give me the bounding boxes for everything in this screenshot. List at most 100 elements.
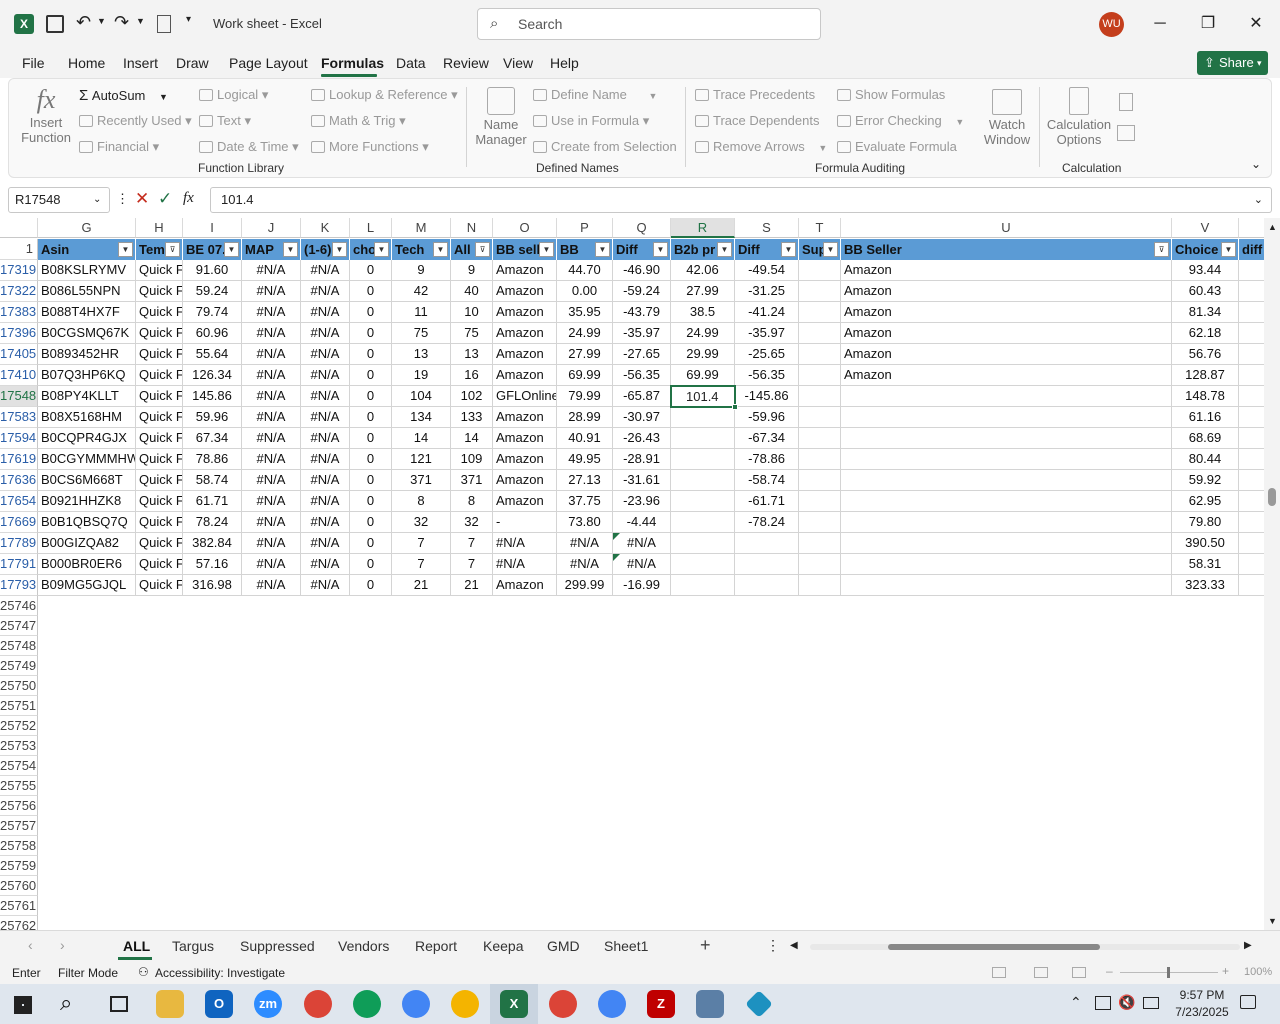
table-cell[interactable]: -59.24 (613, 281, 671, 302)
table-cell[interactable]: #N/A (493, 554, 557, 575)
table-cell[interactable]: Quick F (136, 260, 183, 281)
table-cell[interactable]: Quick F (136, 575, 183, 596)
zoom-in-icon[interactable]: + (1222, 964, 1229, 978)
table-cell[interactable]: -23.96 (613, 491, 671, 512)
row-header[interactable]: 17319 (0, 260, 38, 281)
share-button[interactable]: ⇪ Share ▾ (1197, 51, 1268, 75)
table-cell[interactable]: 42 (392, 281, 451, 302)
table-cell[interactable]: 62.18 (1172, 323, 1239, 344)
horizontal-scroll-thumb[interactable] (888, 944, 1100, 950)
row-header[interactable]: 17654 (0, 491, 38, 512)
table-cell[interactable] (799, 344, 841, 365)
table-cell[interactable]: 21 (451, 575, 493, 596)
insert-function-button[interactable]: fx Insert Function (19, 85, 73, 155)
table-cell[interactable]: #N/A (557, 533, 613, 554)
table-cell[interactable] (799, 575, 841, 596)
horizontal-scrollbar[interactable] (810, 944, 1240, 950)
use-in-formula-button[interactable]: Use in Formula ▾ (533, 113, 649, 129)
table-cell[interactable]: 0 (350, 575, 392, 596)
table-cell[interactable]: 8 (392, 491, 451, 512)
column-header-r[interactable]: R (671, 218, 735, 238)
excel-taskbar-icon[interactable]: X (500, 990, 528, 1018)
table-cell[interactable]: 0 (350, 428, 392, 449)
table-cell[interactable] (841, 449, 1172, 470)
row-header[interactable]: 17383 (0, 302, 38, 323)
name-box[interactable]: R17548 ⌄ (8, 187, 110, 213)
filter-active-icon[interactable]: ⊽ (165, 242, 180, 257)
table-cell[interactable]: Amazon (493, 407, 557, 428)
table-cell[interactable]: 316.98 (183, 575, 242, 596)
table-cell[interactable]: Quick F (136, 281, 183, 302)
table-cell[interactable] (671, 428, 735, 449)
table-cell[interactable] (841, 491, 1172, 512)
table-cell[interactable] (799, 281, 841, 302)
autosum-button[interactable]: Σ AutoSum ▼ (79, 87, 168, 104)
tab-insert[interactable]: Insert (123, 55, 158, 71)
table-cell[interactable]: B08KSLRYMV (38, 260, 136, 281)
table-cell[interactable]: Amazon (493, 323, 557, 344)
table-cell[interactable]: #N/A (242, 407, 301, 428)
table-cell[interactable]: 73.80 (557, 512, 613, 533)
table-cell[interactable]: 0 (350, 554, 392, 575)
table-cell[interactable] (1239, 533, 1264, 554)
zoom-level[interactable]: 100% (1244, 966, 1272, 978)
table-cell[interactable]: 9 (451, 260, 493, 281)
table-cell[interactable]: 61.71 (183, 491, 242, 512)
more-functions-button[interactable]: More Functions ▾ (311, 139, 429, 155)
sheet-tab-gmd[interactable]: GMD (547, 938, 580, 954)
table-cell[interactable]: 0 (350, 323, 392, 344)
next-sheet-icon[interactable]: › (60, 937, 65, 953)
table-cell[interactable]: 58.74 (183, 470, 242, 491)
filter-dropdown-icon[interactable]: ▼ (539, 242, 554, 257)
vertical-scroll-thumb[interactable] (1268, 488, 1276, 506)
clock-time[interactable]: 9:57 PM (1172, 988, 1232, 1002)
table-cell[interactable]: Quick F (136, 449, 183, 470)
sheet-tab-keepa[interactable]: Keepa (483, 938, 523, 954)
table-cell[interactable]: Quick F (136, 323, 183, 344)
table-cell[interactable]: 44.70 (557, 260, 613, 281)
table-cell[interactable] (1239, 344, 1264, 365)
table-cell[interactable]: 75 (451, 323, 493, 344)
table-cell[interactable]: 382.84 (183, 533, 242, 554)
filter-dropdown-icon[interactable]: ▼ (332, 242, 347, 257)
table-cell[interactable]: 0 (350, 491, 392, 512)
table-cell[interactable]: 62.95 (1172, 491, 1239, 512)
table-cell[interactable]: -4.44 (613, 512, 671, 533)
table-cell[interactable] (735, 554, 799, 575)
table-cell[interactable]: Quick F (136, 386, 183, 407)
row-header[interactable]: 25754 (0, 756, 38, 776)
table-cell[interactable]: 148.78 (1172, 386, 1239, 407)
table-cell[interactable] (799, 428, 841, 449)
form-icon[interactable] (157, 15, 171, 33)
table-cell[interactable]: 10 (451, 302, 493, 323)
calculator-app-icon[interactable] (696, 990, 724, 1018)
sheet-options-icon[interactable]: ⋮ (766, 937, 780, 954)
table-cell[interactable]: 29.99 (671, 344, 735, 365)
table-cell[interactable]: -27.65 (613, 344, 671, 365)
table-cell[interactable]: 57.16 (183, 554, 242, 575)
filter-dropdown-icon[interactable]: ▼ (823, 242, 838, 257)
table-cell[interactable]: 27.99 (671, 281, 735, 302)
table-cell[interactable] (1239, 323, 1264, 344)
row-header[interactable]: 17583 (0, 407, 38, 428)
row-header[interactable]: 17789 (0, 533, 38, 554)
table-cell[interactable]: 32 (451, 512, 493, 533)
table-cell[interactable]: 24.99 (557, 323, 613, 344)
table-cell[interactable] (1239, 512, 1264, 533)
table-cell[interactable]: B0CGYMMMHW (38, 449, 136, 470)
close-button[interactable]: ✕ (1244, 12, 1268, 36)
table-cell[interactable]: 55.64 (183, 344, 242, 365)
row-header[interactable]: 25753 (0, 736, 38, 756)
table-cell[interactable]: #N/A (242, 491, 301, 512)
table-cell[interactable]: GFLOnline (493, 386, 557, 407)
table-cell[interactable]: 0 (350, 302, 392, 323)
normal-view-icon[interactable] (992, 967, 1006, 978)
table-cell[interactable]: #N/A (493, 533, 557, 554)
column-header-g[interactable]: G (38, 218, 136, 238)
table-cell[interactable]: 80.44 (1172, 449, 1239, 470)
table-cell[interactable] (671, 575, 735, 596)
notification-icon[interactable] (1240, 995, 1256, 1009)
filter-dropdown-icon[interactable]: ▼ (717, 242, 732, 257)
table-cell[interactable]: #N/A (301, 512, 350, 533)
table-cell[interactable] (671, 533, 735, 554)
